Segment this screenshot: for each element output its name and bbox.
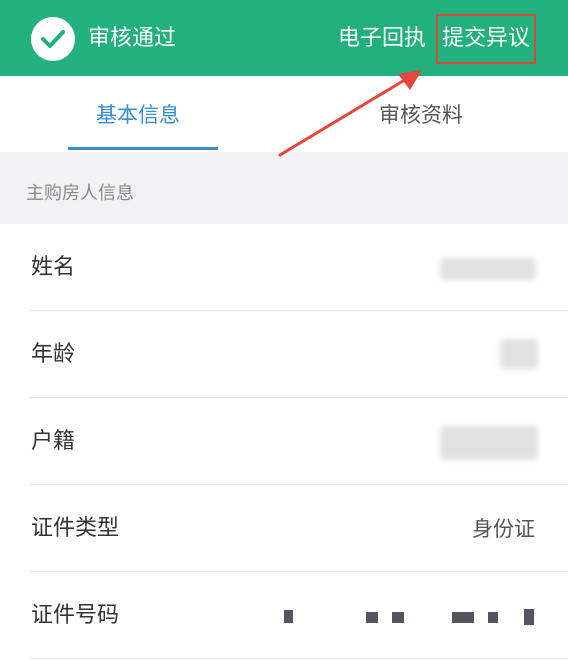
submit-objection-button[interactable]: 提交异议 [436, 14, 536, 64]
electronic-receipt-link[interactable]: 电子回执 [338, 22, 426, 56]
redacted-id-block [392, 612, 404, 623]
redacted-age [500, 339, 538, 369]
field-label-name: 姓名 [31, 255, 76, 280]
redacted-id-block [366, 612, 378, 623]
check-circle-icon [31, 17, 75, 61]
field-row-id-type: 证件类型 身份证 [0, 485, 568, 572]
app-header: 审核通过 电子回执 提交异议 [0, 0, 568, 76]
redacted-id-block [284, 610, 293, 623]
field-label-id-number: 证件号码 [31, 603, 120, 628]
field-row-age: 年龄 [0, 311, 568, 398]
approval-status: 审核通过 [88, 26, 177, 51]
field-row-household: 户籍 [0, 398, 568, 485]
field-row-name: 姓名 [0, 224, 568, 311]
row-divider [30, 658, 568, 659]
field-label-age: 年龄 [31, 342, 76, 367]
field-value-id-type: 身份证 [472, 517, 535, 541]
section-title: 主购房人信息 [26, 183, 134, 204]
field-label-household: 户籍 [31, 429, 76, 454]
redacted-id-block [524, 609, 534, 625]
info-list: 姓名 年龄 户籍 证件类型 身份证 证件号码 [0, 224, 568, 659]
redacted-id-block [488, 612, 498, 623]
field-row-id-number: 证件号码 [0, 572, 568, 659]
section-header: 主购房人信息 [0, 152, 568, 224]
tab-review-docs[interactable]: 审核资料 [379, 100, 463, 130]
redacted-name [440, 258, 536, 280]
tab-bar: 基本信息 审核资料 [0, 76, 568, 152]
field-label-id-type: 证件类型 [31, 516, 120, 541]
active-tab-indicator [68, 147, 218, 150]
tab-basic-info[interactable]: 基本信息 [96, 100, 180, 130]
redacted-id-block [452, 612, 474, 623]
redacted-household [440, 426, 538, 460]
